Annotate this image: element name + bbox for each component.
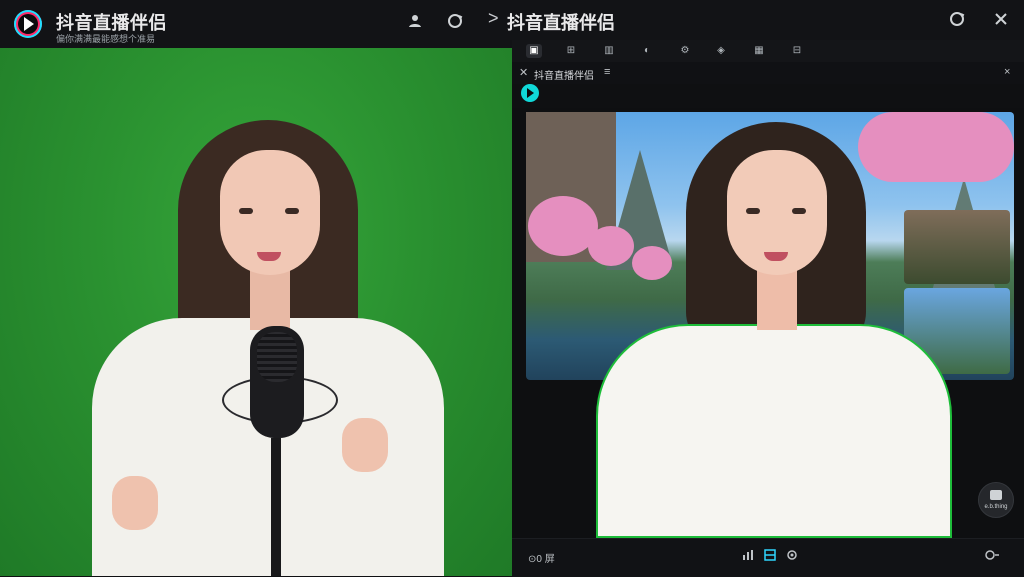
sync-icon[interactable] [984,549,1000,564]
chevron-right-icon[interactable]: > [488,8,499,29]
cherry-blossom-tree [588,226,634,266]
tools-icon[interactable]: ✕ [519,66,528,79]
toolbar-item-2[interactable]: ▥ [601,44,617,58]
person-icon[interactable] [404,10,426,32]
microphone-stand [271,438,281,576]
person-neck [250,270,290,330]
preview-left-eye [746,208,760,214]
settings-icon[interactable] [786,549,798,564]
toolbar-item-1[interactable]: ⊞ [563,44,579,58]
toolbar-item-3[interactable]: ◐ [639,44,655,58]
bars-icon[interactable] [742,549,754,564]
toolbar-item-5[interactable]: ◈ [713,44,729,58]
refresh-icon[interactable] [444,10,466,32]
mini-logo-icon [521,84,539,102]
app-logo-icon [14,10,42,38]
toolbar-item-0[interactable]: ▣ [526,44,542,58]
app-subtitle: 偏你满满最能感想个准易 [56,34,156,44]
toolbar-item-6[interactable]: ▦ [751,44,767,58]
right-eye [285,208,299,214]
right-hand [342,418,388,472]
left-hand [112,476,158,530]
cherry-blossom-tree [632,246,672,280]
toolbar-item-7[interactable]: ⊟ [789,44,805,58]
box-icon [990,490,1002,500]
preview-right-eye [792,208,806,214]
scene-thumbnail[interactable] [904,210,1010,284]
refresh-icon[interactable] [946,8,968,30]
floating-button-label: e.b.thing [984,504,1008,510]
left-eye [239,208,253,214]
close-preview-icon[interactable]: × [1004,66,1010,78]
floating-action-button[interactable]: e.b.thing [978,482,1014,518]
layout-icon[interactable] [764,549,776,564]
menu-icon[interactable]: ≡ [604,66,610,78]
preview-person-neck [757,270,797,330]
toolbar-item-4[interactable]: ⚙ [677,44,693,58]
close-icon[interactable] [990,8,1012,30]
microphone-grill [257,332,297,382]
right-app-title: 抖音直播伴侣 [507,13,615,33]
cherry-blossom-canopy [858,112,1014,182]
source-toolbar [512,40,1024,63]
bottom-left-label[interactable]: ⊙0 屏 [528,550,555,565]
preview-window-title: 抖音直播伴侣 [534,71,594,82]
preview-person-shirt [598,326,950,536]
